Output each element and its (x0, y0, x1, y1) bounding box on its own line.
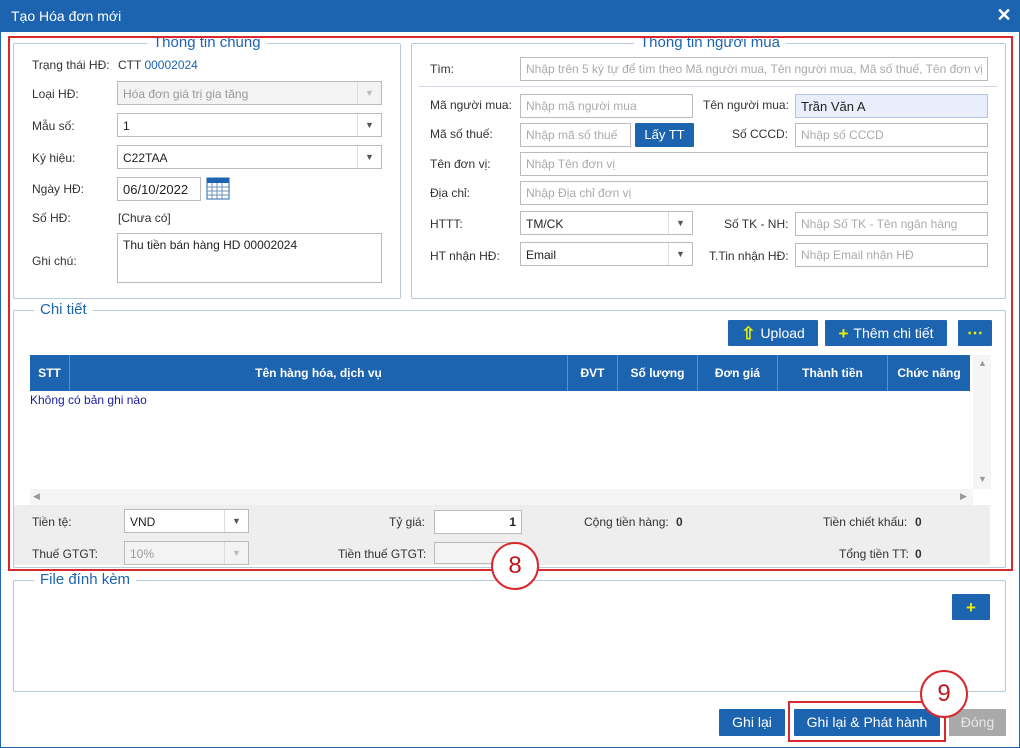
step-9-callout: 9 (920, 670, 968, 718)
save-button[interactable]: Ghi lại (719, 709, 785, 736)
step-8-callout: 8 (491, 542, 539, 590)
plus-icon: + (966, 597, 976, 617)
attachments-legend: File đính kèm (34, 571, 137, 588)
highlight-box-step-9 (788, 701, 946, 742)
dialog-titlebar: Tạo Hóa đơn mới ✕ (0, 0, 1020, 32)
dialog-title: Tạo Hóa đơn mới (11, 8, 122, 24)
close-icon[interactable]: ✕ (995, 5, 1013, 25)
add-attachment-button[interactable]: + (952, 594, 990, 620)
attachments-group: File đính kèm (13, 571, 1006, 692)
highlight-box-step-8 (8, 36, 1013, 571)
